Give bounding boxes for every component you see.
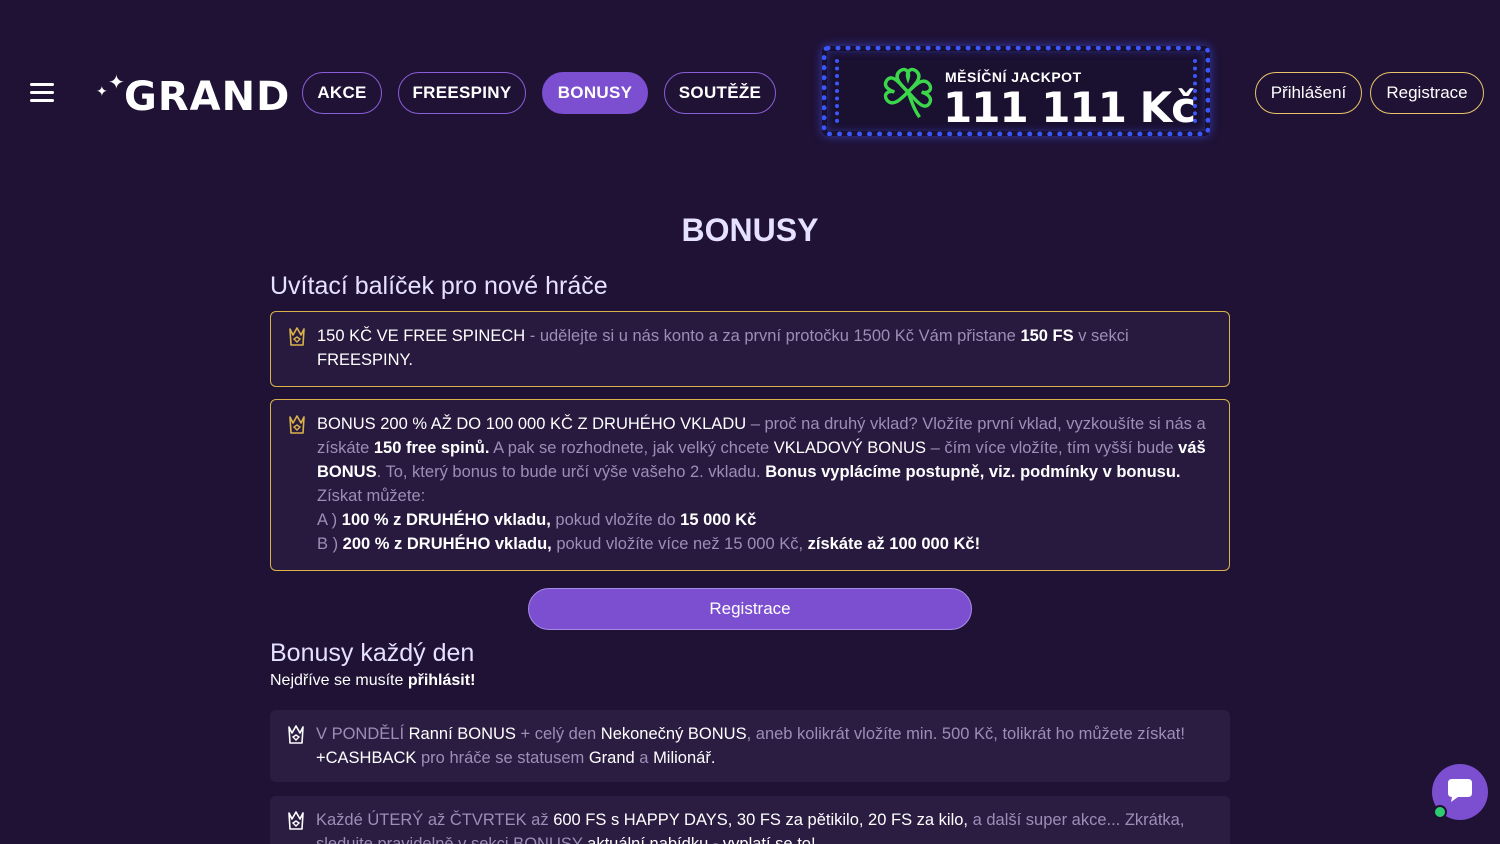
crown-icon bbox=[289, 415, 305, 434]
card-text: - udělejte si u nás konto a za první pro… bbox=[525, 327, 1021, 345]
bonus-card-monday: V PONDĚLÍ Ranní BONUS + celý den Nekoneč… bbox=[270, 710, 1230, 782]
note-text: Nejdříve se musíte bbox=[270, 672, 408, 689]
option-a: A ) 100 % z DRUHÉHO vkladu, pokud vložít… bbox=[317, 508, 1209, 532]
card-text: + celý den bbox=[515, 725, 601, 743]
logo-text: GRAND bbox=[124, 74, 291, 120]
nav-label: FREESPINY bbox=[412, 83, 512, 102]
bonus-card-freespins: 150 KČ VE FREE SPINECH - udělejte si u n… bbox=[270, 311, 1230, 387]
sparkle-icon: ✦ bbox=[96, 84, 108, 100]
nav-akce[interactable]: AKCE bbox=[302, 72, 382, 114]
card-text: pokud vložíte více než 15 000 Kč, bbox=[551, 535, 808, 553]
card-text: 150 KČ VE FREE SPINECH bbox=[317, 327, 526, 345]
card-text: A ) bbox=[317, 511, 342, 529]
login-label: Přihlášení bbox=[1270, 83, 1347, 102]
register-header-button[interactable]: Registrace bbox=[1370, 72, 1484, 114]
online-status-dot bbox=[1433, 805, 1447, 819]
bonus-card-deposit: BONUS 200 % AŽ DO 100 000 KČ Z DRUHÉHO V… bbox=[270, 399, 1230, 571]
card-text: VKLADOVÝ BONUS bbox=[773, 439, 926, 457]
card-text: – čím více vložíte, tím vyšší bude bbox=[925, 439, 1179, 457]
register-label: Registrace bbox=[1386, 83, 1468, 102]
card-text: v sekci bbox=[1073, 327, 1129, 345]
nav-label: AKCE bbox=[317, 83, 367, 102]
card-text: Milionář. bbox=[653, 749, 716, 767]
login-note: Nejdříve se musíte přihlásit! bbox=[270, 672, 475, 690]
site-header: ✦ ✦ GRAND AKCE FREESPINY BONUSY SOUTĚŽE … bbox=[0, 0, 1500, 180]
card-text: aktuální nabídku - vyplatí se to! bbox=[587, 835, 816, 844]
nav-label: SOUTĚŽE bbox=[678, 83, 762, 102]
card-text: . To, který bonus to bude určí výše vaše… bbox=[376, 463, 766, 481]
site-logo[interactable]: ✦ ✦ GRAND bbox=[96, 70, 289, 120]
card-text: B ) bbox=[317, 535, 343, 553]
card-text: získáte až 100 000 Kč! bbox=[807, 535, 981, 553]
card-text: V PONDĚLÍ bbox=[316, 725, 409, 743]
register-button[interactable]: Registrace bbox=[528, 588, 972, 630]
sparkle-icon: ✦ bbox=[108, 70, 125, 94]
card-text: BONUS 200 % AŽ DO 100 000 KČ Z DRUHÉHO V… bbox=[317, 415, 747, 433]
card-text: 15 000 Kč bbox=[680, 511, 757, 529]
card-text: Grand bbox=[588, 749, 635, 767]
card-text: FREESPINY. bbox=[317, 351, 413, 369]
crown-icon bbox=[288, 811, 304, 830]
jackpot-amount: 111 111 Kč bbox=[943, 83, 1196, 132]
daily-section-title: Bonusy každý den bbox=[270, 639, 475, 667]
nav-bonusy[interactable]: BONUSY bbox=[542, 72, 648, 114]
clover-icon bbox=[883, 67, 933, 119]
register-button-label: Registrace bbox=[709, 599, 791, 618]
card-text: 150 FS bbox=[1020, 327, 1074, 345]
login-button[interactable]: Přihlášení bbox=[1255, 72, 1362, 114]
card-text: Bonus vyplácíme postupně, viz. podmínky … bbox=[765, 463, 1181, 481]
card-text: pokud vložíte do bbox=[550, 511, 681, 529]
card-text: , aneb kolikrát vložíte min. 500 Kč, tol… bbox=[746, 725, 1185, 743]
card-text: 200 % z DRUHÉHO vkladu, bbox=[342, 535, 552, 553]
card-text: 100 % z DRUHÉHO vkladu, bbox=[341, 511, 551, 529]
menu-icon[interactable] bbox=[30, 83, 54, 103]
card-text: Nekonečný BONUS bbox=[600, 725, 747, 743]
nav-label: BONUSY bbox=[557, 83, 633, 102]
card-text: Ranní BONUS bbox=[408, 725, 516, 743]
card-line: Získat můžete: bbox=[317, 487, 426, 505]
crown-icon bbox=[289, 327, 305, 346]
card-text: +CASHBACK bbox=[316, 749, 417, 767]
crown-icon bbox=[288, 725, 304, 744]
option-b: B ) 200 % z DRUHÉHO vkladu, pokud vložít… bbox=[317, 532, 1209, 556]
nav-souteze[interactable]: SOUTĚŽE bbox=[664, 72, 776, 114]
card-text: a bbox=[634, 749, 654, 767]
card-text: pro hráče se statusem bbox=[416, 749, 589, 767]
nav-freespiny[interactable]: FREESPINY bbox=[398, 72, 526, 114]
bonus-card-weekdays: Každé ÚTERÝ až ČTVRTEK až 600 FS s HAPPY… bbox=[270, 796, 1230, 844]
welcome-section-title: Uvítací balíček pro nové hráče bbox=[270, 272, 608, 300]
page-title: BONUSY bbox=[681, 212, 819, 248]
note-link[interactable]: přihlásit! bbox=[408, 672, 476, 689]
card-text: 150 free spinů. bbox=[373, 439, 490, 457]
card-text: 600 FS s HAPPY DAYS, 30 FS za pětikilo, … bbox=[553, 811, 969, 829]
card-text: A pak se rozhodnete, jak velký chcete bbox=[489, 439, 774, 457]
jackpot-banner[interactable]: MĚSÍČNÍ JACKPOT 111 111 Kč bbox=[822, 46, 1210, 136]
card-text: Každé ÚTERÝ až ČTVRTEK až bbox=[316, 811, 554, 829]
